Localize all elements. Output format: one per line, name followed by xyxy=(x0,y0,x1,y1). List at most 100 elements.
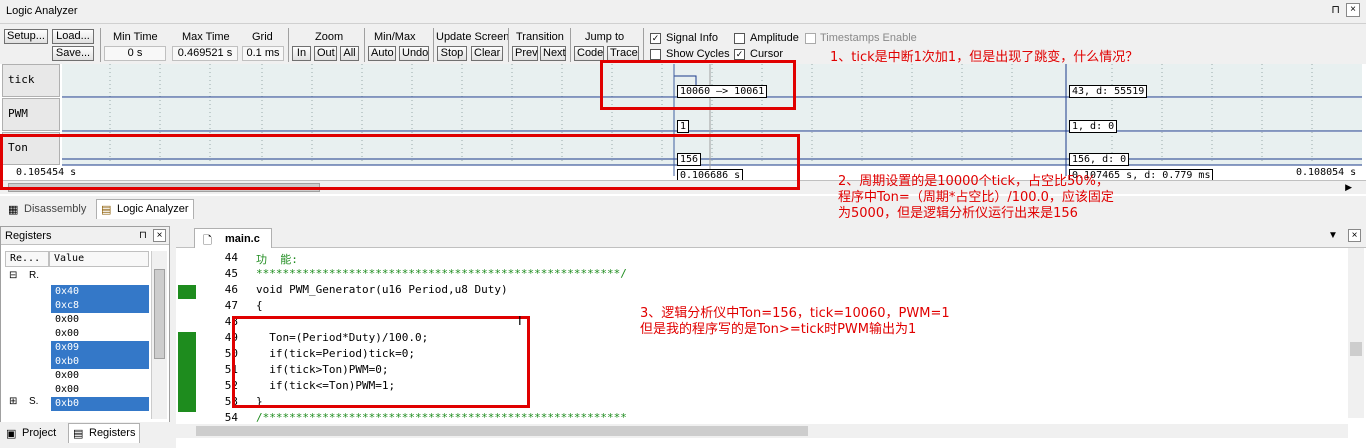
coverage-mark xyxy=(178,332,196,412)
col-header-value[interactable]: Value xyxy=(49,251,149,267)
annotation-2-line3: 为5000，但是逻辑分析仪运行出来是156 xyxy=(838,206,1078,221)
register-value-row[interactable]: 0x00 xyxy=(51,383,149,397)
coverage-mark xyxy=(178,285,196,299)
register-value-row[interactable]: 0xb0 xyxy=(51,355,149,369)
text-cursor-icon: I xyxy=(518,313,522,328)
pin-icon[interactable]: ⊓ xyxy=(139,230,147,241)
scrollbar-thumb[interactable] xyxy=(154,269,165,359)
tab-logic-analyzer[interactable]: ▤ Logic Analyzer xyxy=(96,199,194,219)
zoom-out-button[interactable]: Out xyxy=(314,46,337,61)
register-value-row[interactable]: 0xb0 xyxy=(51,397,149,411)
separator xyxy=(508,28,509,62)
save-button[interactable]: Save... xyxy=(52,46,94,61)
scroll-right-icon[interactable]: ▶ xyxy=(1345,182,1352,193)
code-line[interactable]: ****************************************… xyxy=(256,267,627,280)
max-time-value: 0.469521 s xyxy=(172,46,238,61)
ton-cursor-label: 156, d: 0 xyxy=(1069,153,1130,166)
minmax-label: Min/Max xyxy=(374,31,416,43)
editor-tab-main-c[interactable]: 🗋 main.c xyxy=(194,228,272,248)
line-number: 54 xyxy=(224,411,238,424)
clear-button[interactable]: Clear xyxy=(471,46,503,61)
editor-tab-strip: 🗋 main.c ▼ × xyxy=(176,226,1366,248)
registers-scrollbar[interactable] xyxy=(151,251,167,419)
tree-expander-icon[interactable]: ⊟ xyxy=(9,270,17,281)
logic-analyzer-icon: ▤ xyxy=(101,204,112,216)
pin-icon[interactable]: ⊓ xyxy=(1331,3,1340,16)
tab-registers[interactable]: ▤ Registers xyxy=(68,423,141,443)
code-line[interactable]: void PWM_Generator(u16 Period,u8 Duty) xyxy=(256,283,508,296)
amplitude-checkbox[interactable] xyxy=(734,33,745,44)
code-line[interactable]: { xyxy=(256,299,263,312)
max-time-label: Max Time xyxy=(182,31,230,43)
line-number: 44 xyxy=(224,251,238,264)
cursor-checkbox[interactable]: ✓ xyxy=(734,49,745,60)
time-right-label: 0.108054 s xyxy=(1296,167,1357,178)
scrollbar-thumb[interactable] xyxy=(1350,342,1362,356)
registers-icon: ▤ xyxy=(73,428,84,440)
pwm-cursor-label: 1, d: 0 xyxy=(1069,120,1118,133)
jump-code-button[interactable]: Code xyxy=(574,46,604,61)
coverage-gutter xyxy=(176,248,198,418)
register-value-row[interactable]: 0x40 xyxy=(51,285,149,299)
transition-label: Transition xyxy=(516,31,564,43)
cursor-label: Cursor xyxy=(750,48,784,60)
highlight-box-tick xyxy=(600,60,796,110)
editor-vertical-scrollbar[interactable] xyxy=(1348,248,1364,418)
grid-label: Grid xyxy=(252,31,273,43)
pwm-value-label: 1 xyxy=(677,120,690,133)
next-button[interactable]: Next xyxy=(540,46,566,61)
auto-button[interactable]: Auto xyxy=(368,46,396,61)
show-cycles-label: Show Cycles xyxy=(666,48,730,60)
register-value-row[interactable]: 0x00 xyxy=(51,327,149,341)
register-value-row[interactable]: 0x00 xyxy=(51,313,149,327)
registers-bottom-tabs: ▣ Project ▤ Registers xyxy=(0,422,170,448)
zoom-in-button[interactable]: In xyxy=(292,46,311,61)
close-icon[interactable]: × xyxy=(1348,229,1361,242)
register-value-row[interactable]: 0xc8 xyxy=(51,299,149,313)
prev-button[interactable]: Prev xyxy=(512,46,538,61)
registers-titlebar: Registers ⊓ × xyxy=(1,227,169,245)
register-value-row[interactable]: 0x09 xyxy=(51,341,149,355)
tab-disassembly-label: Disassembly xyxy=(24,203,87,215)
register-value-row[interactable]: 0x00 xyxy=(51,369,149,383)
tab-project[interactable]: ▣ Project xyxy=(2,424,60,444)
register-group-r: R. xyxy=(29,270,39,281)
separator xyxy=(570,28,571,62)
signal-info-label: Signal Info xyxy=(666,32,718,44)
jump-trace-button[interactable]: Trace xyxy=(607,46,639,61)
undo-button[interactable]: Undo xyxy=(399,46,429,61)
editor-horizontal-scrollbar[interactable] xyxy=(176,424,1348,438)
show-cycles-checkbox[interactable] xyxy=(650,49,661,60)
disassembly-icon: ▦ xyxy=(8,204,19,216)
registers-title: Registers xyxy=(5,230,52,242)
scrollbar-thumb[interactable] xyxy=(196,426,808,436)
timestamps-label: Timestamps Enable xyxy=(820,32,917,44)
timestamps-checkbox[interactable] xyxy=(805,33,816,44)
project-icon: ▣ xyxy=(6,428,17,440)
stop-button[interactable]: Stop xyxy=(437,46,467,61)
tab-registers-label: Registers xyxy=(89,427,136,439)
highlight-box-ton xyxy=(0,134,800,190)
close-icon[interactable]: × xyxy=(1346,3,1360,17)
tree-expander-icon[interactable]: ⊞ xyxy=(9,396,17,407)
close-icon[interactable]: × xyxy=(153,229,166,242)
logic-analyzer-titlebar: Logic Analyzer ⊓ × xyxy=(0,0,1366,24)
chevron-down-icon[interactable]: ▼ xyxy=(1328,230,1338,241)
annotation-3-line2: 但是我的程序写的是Ton>=tick时PWM输出为1 xyxy=(640,322,917,337)
load-button[interactable]: Load... xyxy=(52,29,94,44)
setup-button[interactable]: Setup... xyxy=(4,29,48,44)
zoom-label: Zoom xyxy=(315,31,344,43)
separator xyxy=(100,28,101,62)
code-line[interactable]: 功 能: xyxy=(256,251,298,267)
col-header-register[interactable]: Re... xyxy=(5,251,49,267)
signal-info-checkbox[interactable]: ✓ xyxy=(650,33,661,44)
zoom-all-button[interactable]: All xyxy=(340,46,359,61)
tick-cursor-label: 43, d: 55519 xyxy=(1069,85,1148,98)
code-line[interactable]: /***************************************… xyxy=(256,411,627,424)
tab-disassembly[interactable]: ▦ Disassembly xyxy=(4,200,90,220)
separator xyxy=(433,28,434,62)
register-group-s: S. xyxy=(29,396,39,407)
grid-value: 0.1 ms xyxy=(242,46,284,61)
annotation-1: 1、tick是中断1次加1，但是出现了跳变，什么情况？ xyxy=(830,50,1139,65)
line-number: 46 xyxy=(224,283,238,296)
